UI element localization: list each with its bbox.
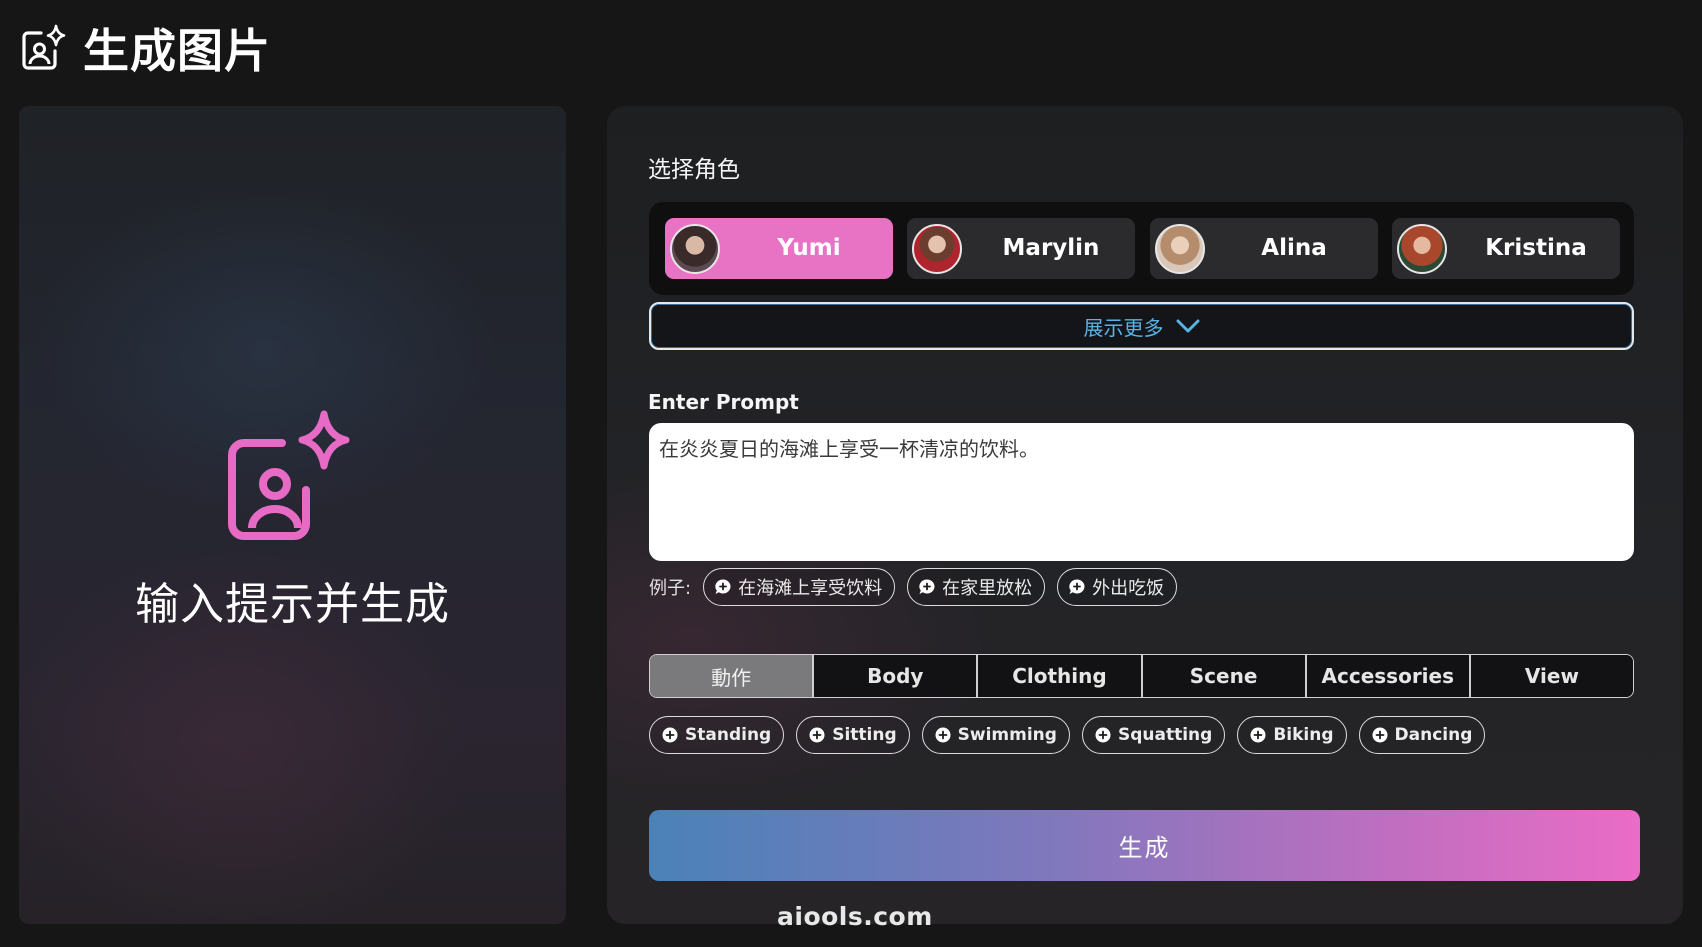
prompt-label: Enter Prompt	[648, 390, 799, 414]
action-tag-label: Squatting	[1117, 725, 1213, 745]
role-button-marylin[interactable]: Marylin	[907, 218, 1135, 279]
action-tag-label: Dancing	[1394, 725, 1473, 745]
tab-accessories[interactable]: Accessories	[1306, 655, 1471, 697]
tab-body[interactable]: Body	[814, 655, 979, 697]
example-chip[interactable]: 在家里放松	[907, 568, 1046, 606]
generate-button[interactable]: 生成	[649, 810, 1640, 881]
example-chip-label: 在海滩上享受饮料	[738, 578, 883, 599]
category-tabs: 動作 Body Clothing Scene Accessories View	[649, 654, 1634, 698]
show-more-label: 展示更多	[1083, 315, 1164, 340]
action-tag-squatting[interactable]: Squatting	[1081, 716, 1226, 754]
action-tags: Standing Sitting Swimming Squatting Biki…	[649, 716, 1486, 754]
action-tag-standing[interactable]: Standing	[649, 716, 785, 754]
action-tag-sitting[interactable]: Sitting	[796, 716, 910, 754]
chat-bubble-icon	[715, 579, 731, 594]
avatar	[1155, 224, 1205, 274]
role-name: Alina	[1261, 235, 1327, 261]
action-tag-label: Sitting	[832, 725, 897, 745]
role-button-yumi[interactable]: Yumi	[665, 218, 893, 279]
plus-circle-icon	[1095, 727, 1111, 743]
plus-circle-icon	[1372, 727, 1388, 743]
chat-bubble-icon	[1069, 579, 1085, 594]
example-chip[interactable]: 外出吃饭	[1057, 568, 1178, 606]
tab-action[interactable]: 動作	[650, 655, 815, 697]
tab-scene[interactable]: Scene	[1142, 655, 1307, 697]
avatar	[670, 224, 720, 274]
role-name: Yumi	[777, 235, 841, 261]
role-button-kristina[interactable]: Kristina	[1392, 218, 1620, 279]
action-tag-label: Swimming	[957, 725, 1057, 745]
action-tag-label: Biking	[1273, 725, 1334, 745]
page-title: 生成图片	[83, 24, 271, 78]
tab-clothing[interactable]: Clothing	[978, 655, 1143, 697]
action-tag-swimming[interactable]: Swimming	[921, 716, 1070, 754]
preview-panel: 输入提示并生成	[19, 106, 566, 924]
action-tag-biking[interactable]: Biking	[1237, 716, 1347, 754]
prompt-input[interactable]: 在炎炎夏日的海滩上享受一杯清凉的饮料。	[649, 423, 1634, 561]
plus-circle-icon	[662, 727, 678, 743]
show-more-button[interactable]: 展示更多	[649, 302, 1634, 350]
role-section-label: 选择角色	[648, 157, 740, 183]
chevron-down-icon	[1176, 319, 1199, 333]
plus-circle-icon	[935, 727, 951, 743]
role-name: Marylin	[1002, 235, 1100, 261]
example-chip[interactable]: 在海滩上享受饮料	[703, 568, 896, 606]
action-tag-label: Standing	[685, 725, 772, 745]
role-button-alina[interactable]: Alina	[1150, 218, 1378, 279]
avatar	[1397, 224, 1447, 274]
examples-row: 例子: 在海滩上享受饮料 在家里放松 外出吃饭	[649, 568, 1178, 606]
chat-bubble-icon	[919, 579, 935, 594]
example-chip-label: 在家里放松	[942, 578, 1033, 599]
form-panel: 选择角色 Yumi Marylin Alina Kristina 展示更多 En…	[607, 106, 1683, 924]
watermark: aiools.com	[777, 902, 933, 931]
role-selector: Yumi Marylin Alina Kristina	[649, 202, 1634, 295]
tab-view[interactable]: View	[1470, 655, 1633, 697]
image-sparkle-icon	[22, 24, 66, 70]
role-name: Kristina	[1485, 235, 1587, 261]
examples-label: 例子:	[649, 578, 692, 599]
plus-circle-icon	[809, 727, 825, 743]
empty-state-text: 输入提示并生成	[135, 579, 450, 630]
avatar	[912, 224, 962, 274]
page-header: 生成图片	[19, 18, 271, 78]
plus-circle-icon	[1250, 727, 1266, 743]
image-sparkle-icon	[228, 410, 350, 540]
action-tag-dancing[interactable]: Dancing	[1358, 716, 1486, 754]
example-chip-label: 外出吃饭	[1092, 578, 1165, 599]
